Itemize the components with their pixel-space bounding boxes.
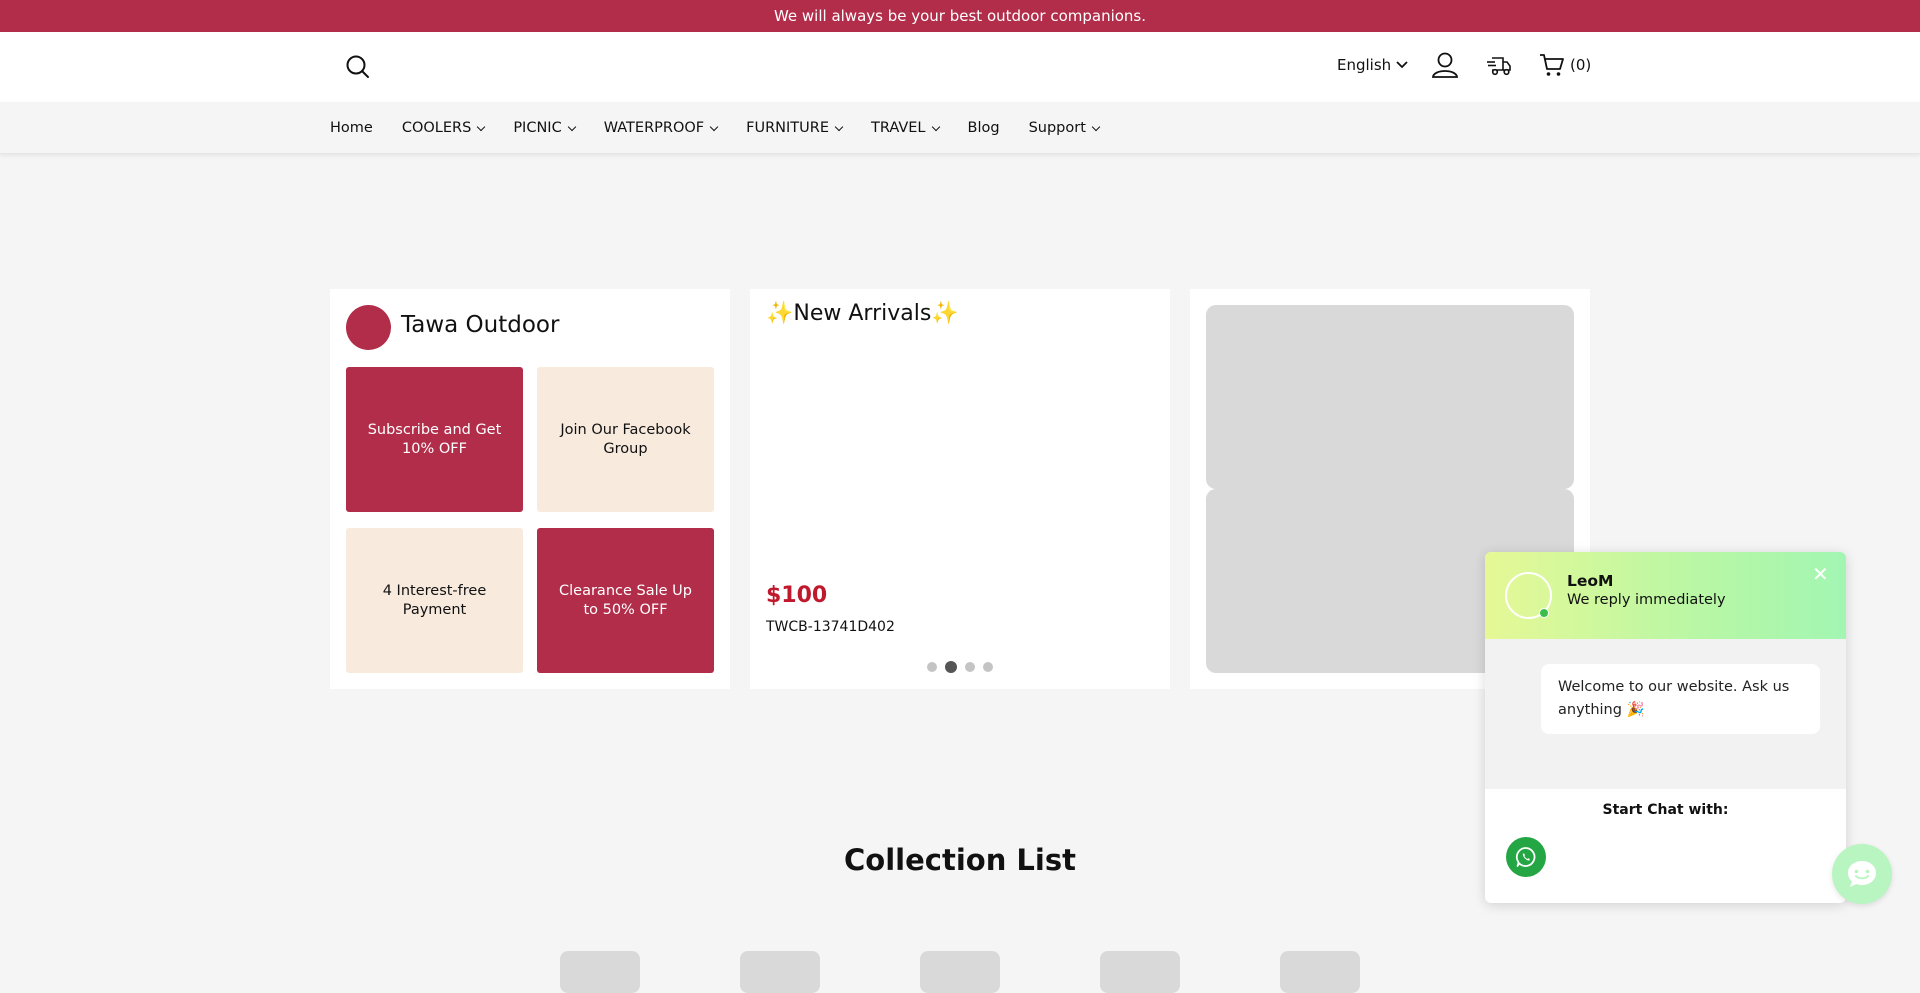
order-tracking-icon[interactable]	[1484, 50, 1514, 80]
brand-name: Tawa Outdoor	[401, 312, 560, 338]
nav-item-label: TRAVEL	[871, 120, 926, 136]
clearance-sale-tile[interactable]: Clearance Sale Up to 50% OFF	[537, 528, 714, 673]
nav-item-home[interactable]: Home	[330, 120, 373, 136]
welcome-message: Welcome to our website. Ask us anything …	[1541, 664, 1820, 735]
language-label: English	[1337, 56, 1392, 74]
announcement-bar: We will always be your best outdoor comp…	[0, 0, 1920, 32]
chevron-down-icon	[477, 122, 486, 131]
nav-item-label: COOLERS	[401, 120, 472, 136]
chevron-down-icon	[931, 122, 940, 131]
new-arrivals-card: ✨New Arrivals✨ $100 TWCB-13741D402	[750, 289, 1170, 689]
nav-item-furniture[interactable]: FURNITURE	[746, 120, 844, 136]
chevron-down-icon	[709, 122, 719, 131]
nav-item-picnic[interactable]: PICNIC	[513, 120, 576, 136]
chevron-down-icon	[1396, 61, 1408, 69]
main-navigation: Home COOLERS PICNIC WATERPROOF FURNITURE…	[0, 102, 1920, 154]
site-header: English (0)	[0, 32, 1920, 102]
facebook-group-tile[interactable]: Join Our Facebook Group	[537, 367, 714, 512]
tile-label: Clearance Sale Up to 50% OFF	[559, 583, 692, 618]
new-arrivals-title: ✨New Arrivals✨	[766, 301, 959, 326]
account-icon[interactable]	[1430, 50, 1460, 80]
chevron-down-icon	[567, 122, 576, 131]
cart-icon	[1540, 54, 1564, 76]
chat-bubble-icon	[1848, 861, 1876, 887]
close-icon[interactable]: ✕	[1812, 562, 1829, 586]
product-price: $100	[766, 583, 828, 608]
nav-item-travel[interactable]: TRAVEL	[871, 120, 940, 136]
start-chat-label: Start Chat with:	[1602, 802, 1729, 818]
collection-placeholder	[1280, 951, 1360, 993]
whatsapp-button[interactable]	[1506, 837, 1546, 877]
agent-name: LeoM	[1567, 572, 1614, 590]
nav-item-label: Blog	[967, 120, 1000, 136]
collection-placeholder	[1100, 951, 1180, 993]
nav-item-blog[interactable]: Blog	[968, 120, 1000, 136]
subscribe-tile[interactable]: Subscribe and Get 10% OFF	[346, 367, 523, 512]
online-status-dot	[1539, 608, 1549, 618]
nav-item-label: Support	[1028, 120, 1086, 136]
image-placeholder	[1206, 305, 1574, 489]
slider-pagination	[927, 661, 993, 673]
cart-count: (0)	[1570, 56, 1592, 74]
nav-item-support[interactable]: Support	[1028, 120, 1101, 136]
agent-status: We reply immediately	[1567, 592, 1726, 608]
slider-dot[interactable]	[983, 662, 993, 672]
nav-item-coolers[interactable]: COOLERS	[401, 120, 486, 136]
brand-card: Tawa Outdoor Subscribe and Get 10% OFF J…	[330, 289, 730, 689]
chevron-down-icon	[1091, 122, 1101, 131]
interest-free-payment-tile[interactable]: 4 Interest-free Payment	[346, 528, 523, 673]
cart-button[interactable]: (0)	[1538, 52, 1591, 78]
search-icon[interactable]	[343, 52, 373, 82]
chat-launcher-button[interactable]	[1832, 844, 1892, 904]
tile-label: 4 Interest-free Payment	[382, 583, 487, 618]
slider-dot[interactable]	[927, 662, 937, 672]
nav-item-waterproof[interactable]: WATERPROOF	[603, 120, 719, 136]
product-sku[interactable]: TWCB-13741D402	[766, 619, 895, 635]
announcement-text: We will always be your best outdoor comp…	[773, 7, 1147, 25]
slider-dot[interactable]	[945, 661, 957, 673]
language-selector[interactable]: English	[1337, 56, 1409, 74]
nav-item-label: Home	[330, 120, 373, 136]
brand-logo	[346, 305, 391, 350]
collection-placeholder	[920, 951, 1000, 993]
nav-item-label: WATERPROOF	[603, 120, 705, 136]
chat-widget: LeoM We reply immediately ✕ Welcome to o…	[1485, 552, 1846, 903]
whatsapp-icon	[1515, 847, 1536, 867]
slider-dot[interactable]	[965, 662, 975, 672]
tile-label: Subscribe and Get 10% OFF	[367, 422, 502, 457]
chat-header: LeoM We reply immediately ✕	[1485, 552, 1846, 639]
chat-messages: Welcome to our website. Ask us anything …	[1485, 639, 1846, 789]
nav-item-label: FURNITURE	[746, 120, 829, 136]
tile-label: Join Our Facebook Group	[560, 422, 691, 457]
chevron-down-icon	[834, 122, 844, 131]
nav-item-label: PICNIC	[513, 120, 562, 136]
collection-placeholder	[560, 951, 640, 993]
collection-placeholder	[740, 951, 820, 993]
